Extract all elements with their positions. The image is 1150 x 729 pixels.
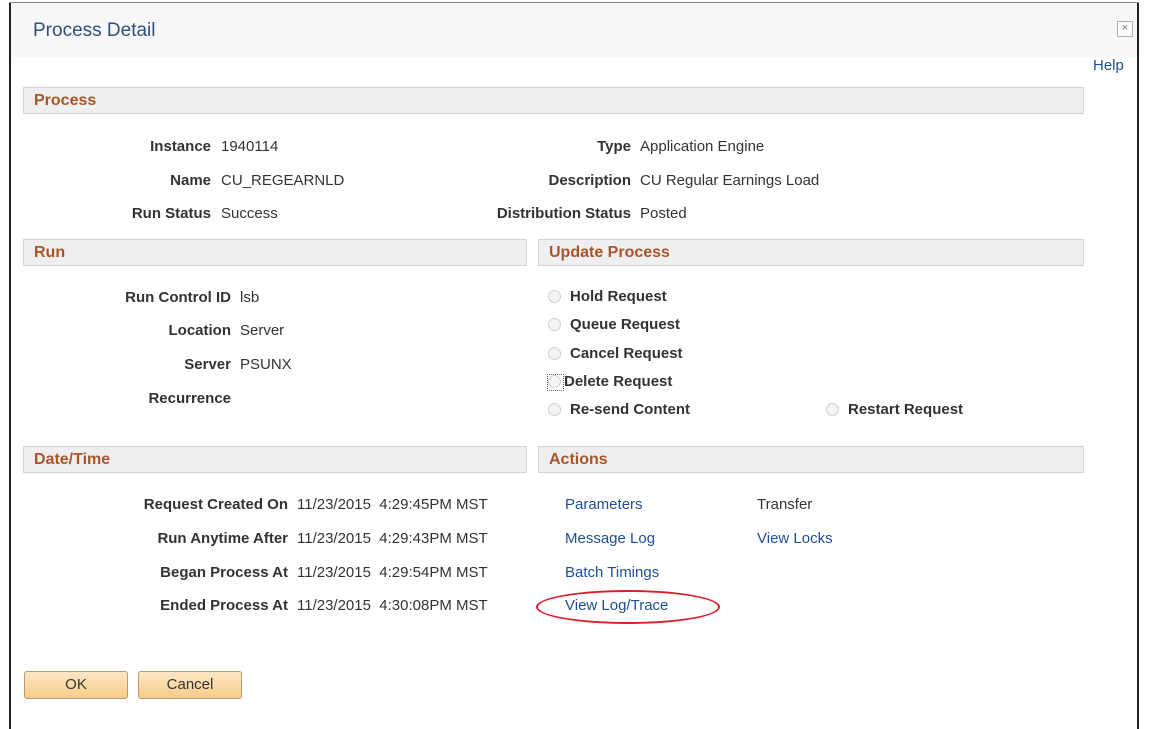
restart-request-label: Restart Request [848, 401, 964, 418]
run-control-id-label: Run Control ID [125, 289, 231, 306]
instance-label: Instance [150, 138, 211, 155]
description-value: CU Regular Earnings Load [640, 172, 820, 189]
run-status-label: Run Status [131, 205, 211, 222]
window-border-right [1137, 3, 1139, 729]
section-run-title: Run [34, 244, 66, 261]
delete-request-radio[interactable] [547, 374, 564, 391]
server-label: Server [184, 356, 231, 373]
transfer-text: Transfer [757, 496, 813, 513]
view-locks-link[interactable]: View Locks [757, 530, 833, 547]
recurrence-label: Recurrence [148, 390, 231, 407]
location-label: Location [168, 322, 232, 339]
server-value: PSUNX [240, 356, 292, 373]
parameters-link[interactable]: Parameters [565, 496, 643, 513]
request-created-value: 11/23/2015 4:29:45PM MST [297, 496, 488, 513]
distribution-status-label: Distribution Status [496, 205, 631, 222]
type-value: Application Engine [640, 138, 765, 155]
section-actions-title: Actions [549, 451, 608, 468]
restart-request-radio[interactable] [826, 403, 839, 416]
help-link[interactable]: Help [1093, 57, 1124, 74]
title-bar [11, 3, 1137, 57]
ok-button[interactable]: OK [24, 671, 128, 699]
section-datetime: Date/Time [23, 446, 527, 473]
delete-request-label: Delete Request [564, 373, 673, 390]
section-update-process: Update Process [538, 239, 1084, 266]
queue-request-radio[interactable] [548, 318, 561, 331]
hold-request-radio[interactable] [548, 290, 561, 303]
request-created-label: Request Created On [143, 496, 288, 513]
queue-request-label: Queue Request [570, 316, 681, 333]
ended-process-label: Ended Process At [160, 597, 288, 614]
type-label: Type [597, 138, 631, 155]
began-process-label: Began Process At [160, 564, 288, 581]
distribution-status-value: Posted [640, 205, 687, 222]
ended-process-value: 11/23/2015 4:30:08PM MST [297, 597, 488, 614]
batch-timings-link[interactable]: Batch Timings [565, 564, 659, 581]
window-border-left [9, 3, 11, 729]
highlight-ellipse [536, 590, 720, 624]
name-label: Name [170, 172, 211, 189]
cancel-request-label: Cancel Request [570, 345, 683, 362]
cancel-button[interactable]: Cancel [138, 671, 242, 699]
section-run: Run [23, 239, 527, 266]
run-status-value: Success [221, 205, 278, 222]
run-anytime-after-label: Run Anytime After [157, 530, 288, 547]
location-value: Server [240, 322, 285, 339]
name-value: CU_REGEARNLD [221, 172, 345, 189]
message-log-link[interactable]: Message Log [565, 530, 655, 547]
began-process-value: 11/23/2015 4:29:54PM MST [297, 564, 488, 581]
section-datetime-title: Date/Time [34, 451, 111, 468]
hold-request-label: Hold Request [570, 288, 667, 305]
close-icon[interactable]: × [1117, 21, 1133, 37]
run-anytime-after-value: 11/23/2015 4:29:43PM MST [297, 530, 488, 547]
resend-content-radio[interactable] [548, 403, 561, 416]
focus-outline [547, 374, 564, 391]
section-process: Process [23, 87, 1084, 114]
section-update-process-title: Update Process [549, 244, 670, 261]
section-actions: Actions [538, 446, 1084, 473]
section-process-title: Process [34, 92, 97, 109]
window-title: Process Detail [33, 20, 156, 41]
run-control-id-value: lsb [240, 289, 260, 306]
description-label: Description [548, 172, 631, 189]
instance-value: 1940114 [221, 138, 279, 155]
cancel-request-radio[interactable] [548, 347, 561, 360]
resend-content-label: Re-send Content [570, 401, 690, 418]
